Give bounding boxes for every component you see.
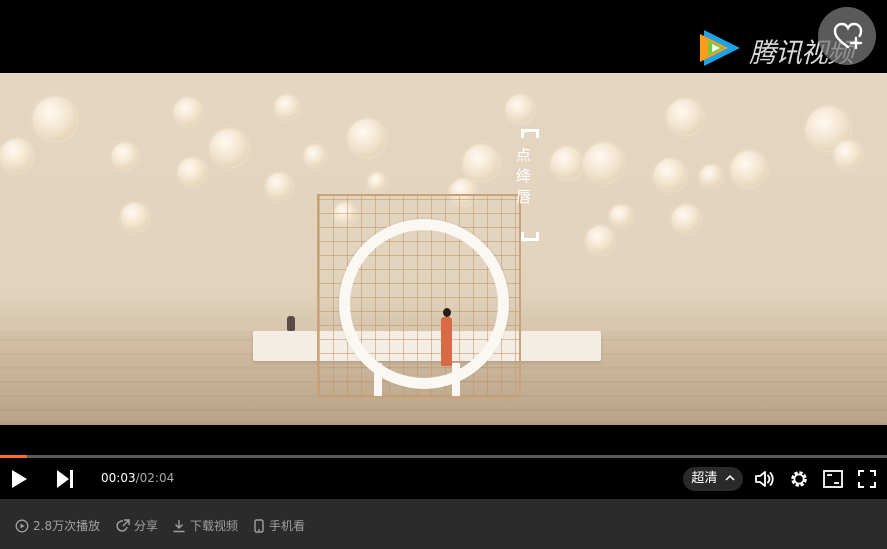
lantern [672, 205, 700, 233]
lantern [368, 173, 386, 191]
tencent-video-logo-icon [700, 30, 740, 66]
download-label: 下载视频 [190, 519, 239, 533]
lantern [0, 139, 33, 172]
video-info-bar: 2.8万次播放 分享 下载视频 手机看 [0, 499, 887, 549]
lantern [266, 173, 292, 199]
share-icon [116, 518, 130, 532]
fullscreen-button[interactable] [854, 458, 880, 499]
moon-gate-leg [452, 363, 460, 396]
lantern [174, 98, 202, 126]
lantern [112, 143, 138, 169]
lantern [610, 205, 632, 227]
play-circle-icon [15, 519, 29, 532]
volume-icon [755, 470, 774, 487]
current-time: 00:03 [101, 471, 136, 485]
lantern [121, 203, 149, 231]
duration: 02:04 [139, 471, 175, 485]
lantern [463, 145, 499, 181]
volume-button[interactable] [752, 458, 778, 499]
bracket-bottom [521, 232, 539, 241]
lantern [275, 95, 299, 119]
lantern [654, 159, 686, 191]
lantern [586, 226, 614, 254]
fullscreen-icon [858, 469, 876, 488]
next-icon [57, 469, 73, 488]
share-label: 分享 [134, 519, 159, 533]
lantern [304, 145, 326, 167]
moon-gate-leg [374, 363, 382, 396]
chevron-up-icon [725, 474, 735, 481]
control-bar: 00:03/02:04 超清 [0, 458, 887, 499]
woman-figure [440, 308, 454, 366]
lantern [551, 147, 583, 179]
next-button[interactable] [50, 458, 80, 499]
download-icon [173, 519, 185, 532]
view-count-text: 2.8万次播放 [33, 519, 101, 533]
lantern [731, 151, 767, 187]
picture-in-picture-button[interactable] [820, 458, 846, 499]
mobile-label: 手机看 [269, 519, 306, 533]
bracket-top [521, 129, 539, 138]
video-player[interactable]: 点绛唇 腾讯视频 00:03/02:04 超清 [0, 0, 887, 499]
lantern [584, 143, 624, 183]
lantern [210, 129, 248, 167]
quality-label: 超清 [691, 471, 718, 486]
settings-button[interactable] [786, 458, 812, 499]
gear-icon [791, 470, 807, 487]
overlay-title-text: 点绛唇 [514, 147, 532, 210]
video-frame[interactable]: 点绛唇 [0, 73, 887, 425]
lantern [33, 97, 77, 141]
view-count: 2.8万次播放 [15, 517, 100, 534]
lantern [178, 158, 206, 186]
moon-gate-ring [339, 219, 509, 389]
quality-selector[interactable]: 超清 [683, 467, 743, 491]
lantern [506, 95, 534, 123]
play-icon [12, 469, 27, 488]
lantern [834, 141, 862, 169]
lantern [667, 99, 703, 135]
favorite-button[interactable] [818, 7, 876, 65]
figure-head [443, 308, 451, 317]
video-overlay-title: 点绛唇 [514, 129, 539, 241]
phone-icon [254, 518, 264, 533]
picture-in-picture-icon [823, 469, 843, 488]
vase [287, 316, 295, 331]
heart-plus-icon [833, 22, 863, 50]
figure-dress [441, 317, 452, 366]
share-button[interactable]: 分享 [116, 517, 158, 534]
play-button[interactable] [4, 458, 34, 499]
download-button[interactable]: 下载视频 [172, 517, 238, 534]
time-display: 00:03/02:04 [101, 471, 174, 485]
lantern [700, 165, 722, 187]
mobile-watch-button[interactable]: 手机看 [253, 517, 305, 534]
lantern [348, 119, 386, 157]
